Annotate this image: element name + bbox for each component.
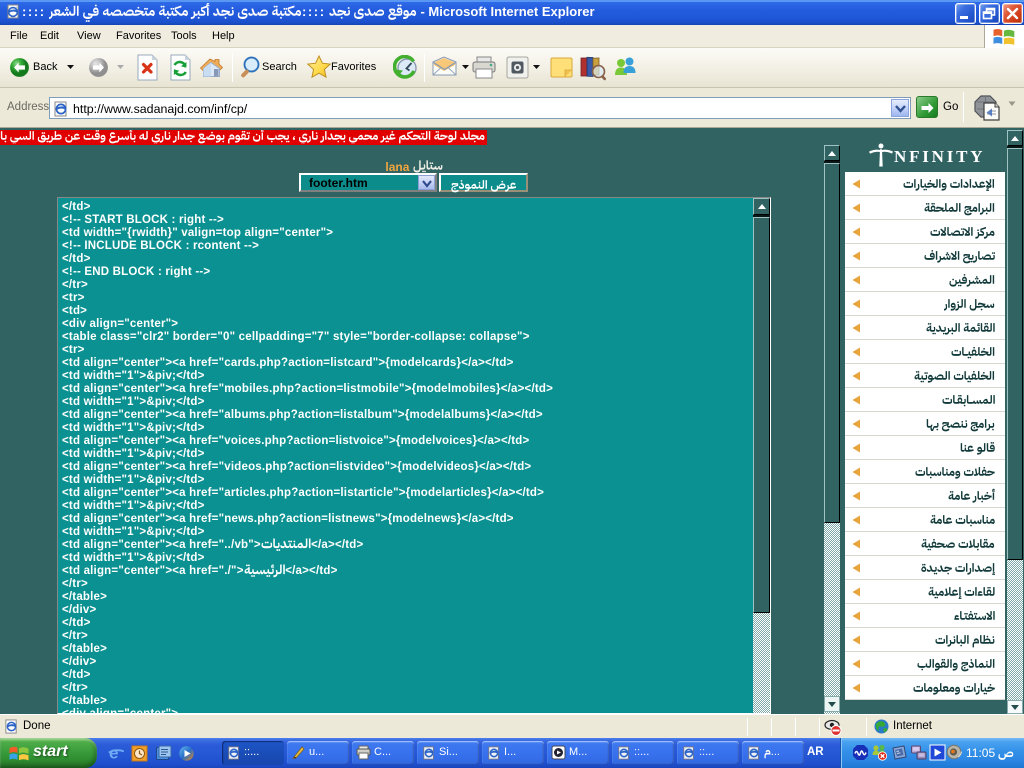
svg-text:e: e [109,744,118,762]
